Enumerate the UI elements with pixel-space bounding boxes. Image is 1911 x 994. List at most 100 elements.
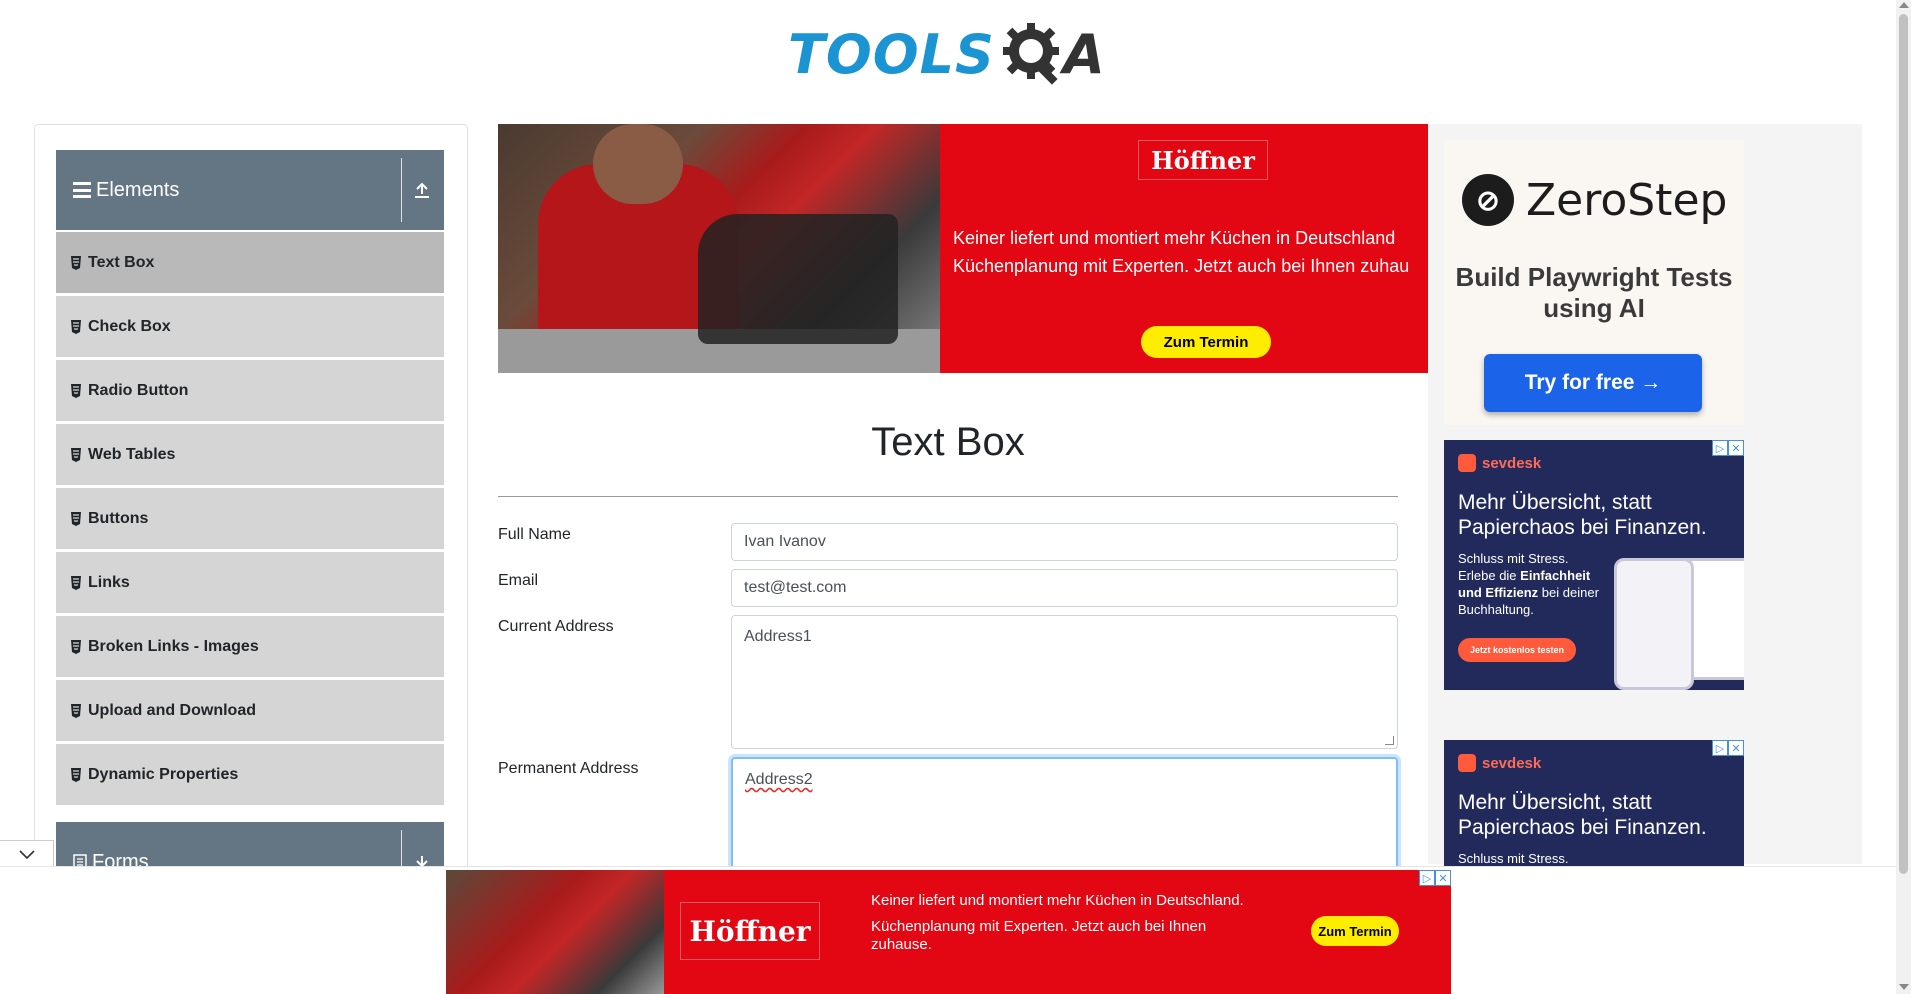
upload-icon (415, 182, 429, 198)
sidebar-item-check-box[interactable]: Check Box (56, 296, 444, 357)
html5-icon (71, 447, 81, 462)
bottom-ad-banner[interactable]: Höffner Keiner liefert und montiert mehr… (446, 870, 1451, 994)
sidebar-item-label: Dynamic Properties (88, 765, 239, 783)
sidebar-group-elements[interactable]: Elements (56, 150, 444, 230)
ad-cta-button[interactable]: Zum Termin (1311, 916, 1399, 946)
adchoices-icon[interactable]: ▷ (1419, 870, 1435, 886)
current-address-label: Current Address (498, 618, 614, 635)
sidebar-item-dynamic-properties[interactable]: Dynamic Properties (56, 744, 444, 805)
sidebar-item-web-tables[interactable]: Web Tables (56, 424, 444, 485)
gear-magnifier-icon (1002, 23, 1059, 85)
logo-a-text: A (1062, 22, 1105, 86)
sevdesk-brand: sevdesk (1482, 754, 1542, 772)
sevdesk-body-1: Schluss mit Stress. (1458, 551, 1569, 566)
adchoices-icon[interactable]: ▷ (1712, 440, 1728, 456)
sidebar-item-label: Broken Links - Images (88, 637, 259, 655)
sidebar-item-label: Buttons (88, 509, 149, 527)
page: TOOLS A Elements Text Box Check Box Radi… (0, 0, 1911, 994)
ad-text-line1: Keiner liefert und montiert mehr Küchen … (871, 892, 1244, 909)
logo-tools-text: TOOLS (788, 22, 995, 86)
full-name-value: Ivan Ivanov (744, 533, 826, 550)
sevdesk-cta-button[interactable]: Jetzt kostenlos testen (1458, 638, 1576, 662)
sevdesk-ad-2[interactable]: ▷ ✕ sevdesk Mehr Übersicht, statt Papier… (1444, 740, 1744, 866)
adchoices[interactable]: ▷ ✕ (1712, 740, 1744, 756)
ad-photo (498, 124, 940, 373)
current-address-textarea[interactable]: Address1 (731, 615, 1398, 749)
sidebar-item-text-box[interactable]: Text Box (56, 232, 444, 293)
ad-text-line2: Küchenplanung mit Experten. Jetzt auch b… (871, 918, 1207, 953)
full-name-label: Full Name (498, 526, 571, 543)
zerostep-logo: ⊘ ZeroStep (1462, 174, 1727, 226)
group-divider (401, 158, 402, 222)
sevdesk-logo: sevdesk (1458, 754, 1541, 772)
adchoices[interactable]: ▷ ✕ (1712, 440, 1744, 456)
html5-icon (71, 319, 81, 334)
sidebar-item-radio-button[interactable]: Radio Button (56, 360, 444, 421)
html5-icon (71, 767, 81, 782)
current-address-value: Address1 (744, 628, 812, 645)
permanent-address-value: Address2 (745, 771, 813, 788)
toolsqa-logo[interactable]: TOOLS A (788, 14, 1105, 94)
adchoices[interactable]: ▷ ✕ (1419, 870, 1451, 886)
permanent-address-textarea[interactable]: Address2 (731, 757, 1398, 877)
email-value: test@test.com (744, 579, 847, 596)
sidebar-item-links[interactable]: Links (56, 552, 444, 613)
page-scrollbar[interactable] (1896, 0, 1911, 994)
ad-photo (446, 870, 664, 994)
group-title: Elements (96, 178, 180, 201)
chevron-down-icon (18, 850, 35, 860)
sidebar-item-label: Web Tables (88, 445, 176, 463)
sevdesk-ad-1[interactable]: ▷ ✕ sevdesk Mehr Übersicht, statt Papier… (1444, 440, 1744, 690)
email-input[interactable]: test@test.com (731, 569, 1398, 607)
sidebar-item-upload-download[interactable]: Upload and Download (56, 680, 444, 741)
hamburger-icon (73, 182, 91, 198)
hoeffner-logo: Höffner (1138, 140, 1268, 180)
zerostep-ad[interactable]: ⊘ ZeroStep Build Playwright Tests using … (1444, 140, 1744, 425)
sidebar-item-label: Radio Button (88, 381, 189, 399)
sidebar-item-buttons[interactable]: Buttons (56, 488, 444, 549)
zerostep-tagline: Build Playwright Tests using AI (1455, 262, 1733, 323)
zerostep-name: ZeroStep (1526, 174, 1728, 226)
email-label: Email (498, 572, 539, 589)
sevdesk-body-2: Erlebe die (1458, 568, 1517, 583)
ad-text-line2: Küchenplanung mit Experten. Jetzt auch b… (953, 256, 1410, 276)
top-ad-banner[interactable]: Höffner Keiner liefert und montiert mehr… (498, 124, 1428, 373)
scroll-down-arrow[interactable] (1899, 984, 1909, 990)
sidebar-item-label: Check Box (88, 317, 171, 335)
sevdesk-body: Schluss mit Stress. Erlebe die Einfachhe… (1458, 550, 1608, 618)
title-divider (498, 496, 1398, 497)
sidebar-item-label: Text Box (88, 253, 155, 271)
sevdesk-headline: Mehr Übersicht, statt Papierchaos bei Fi… (1458, 791, 1707, 839)
sevdesk-headline: Mehr Übersicht, statt Papierchaos bei Fi… (1458, 491, 1707, 539)
sevdesk-brand: sevdesk (1482, 454, 1542, 472)
scroll-up-arrow[interactable] (1899, 2, 1909, 8)
sidebar-item-label: Links (88, 573, 130, 591)
sevdesk-body: Schluss mit Stress. (1458, 850, 1608, 866)
sidebar-item-label: Upload and Download (88, 701, 256, 719)
ad-text: Keiner liefert und montiert mehr Küchen … (953, 224, 1428, 280)
html5-icon (71, 511, 81, 526)
page-title: Text Box (871, 420, 1025, 464)
html5-icon (71, 575, 81, 590)
try-free-button[interactable]: Try for free → (1484, 354, 1702, 412)
phone-mockup (1614, 558, 1694, 690)
ad-cta-button[interactable]: Zum Termin (1141, 326, 1271, 358)
close-icon[interactable]: ✕ (1435, 870, 1451, 886)
zerostep-logo-icon: ⊘ (1462, 174, 1514, 226)
ad-text-line1: Keiner liefert und montiert mehr Küchen … (953, 228, 1396, 248)
close-icon[interactable]: ✕ (1728, 740, 1744, 756)
close-icon[interactable]: ✕ (1728, 440, 1744, 456)
ad-text: Keiner liefert und montiert mehr Küchen … (871, 892, 1251, 962)
scroll-thumb[interactable] (1899, 14, 1908, 874)
adchoices-icon[interactable]: ▷ (1712, 740, 1728, 756)
html5-icon (71, 383, 81, 398)
html5-icon (71, 255, 81, 270)
resize-handle[interactable] (1385, 736, 1394, 745)
sidebar-item-broken-links[interactable]: Broken Links - Images (56, 616, 444, 677)
full-name-input[interactable]: Ivan Ivanov (731, 523, 1398, 561)
html5-icon (71, 639, 81, 654)
sevdesk-body-1: Schluss mit Stress. (1458, 851, 1569, 866)
sidebar: Elements Text Box Check Box Radio Button… (34, 124, 468, 884)
permanent-address-label: Permanent Address (498, 760, 639, 777)
html5-icon (71, 703, 81, 718)
